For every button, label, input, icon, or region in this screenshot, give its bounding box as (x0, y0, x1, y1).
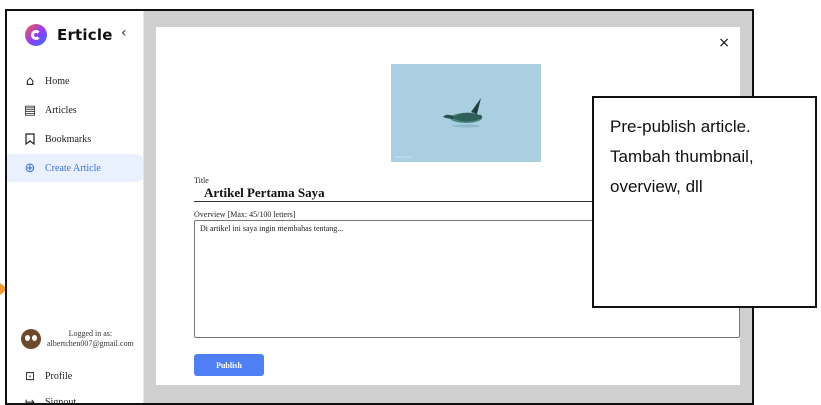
sidebar-item-signout[interactable]: ↦ Signout (23, 389, 77, 405)
sidebar-item-home[interactable]: ⌂ Home (7, 67, 143, 95)
sidebar-item-articles[interactable]: ▤ Articles (7, 96, 143, 124)
overview-label: Overview [Max: 45/100 letters] (194, 210, 296, 219)
annotation-callout: Pre-publish article. Tambah thumbnail, o… (592, 96, 817, 308)
thumbnail-caption: image by xyz (395, 155, 412, 159)
sidebar: Erticle ‹ ⌂ Home ▤ Articles Bookmarks ⊕ … (7, 11, 144, 403)
collapse-sidebar-icon[interactable]: ‹ (121, 25, 127, 41)
sidebar-item-label: Home (45, 75, 70, 87)
erticle-logo-icon (25, 24, 47, 46)
signout-icon: ↦ (24, 395, 36, 405)
profile-icon: ⊡ (24, 369, 36, 383)
brand[interactable]: Erticle (25, 24, 113, 46)
sidebar-item-bookmarks[interactable]: Bookmarks (7, 125, 143, 153)
publish-button[interactable]: Publish (194, 354, 264, 376)
user-email: albertchen007@gmail.com (47, 339, 134, 348)
bookmark-icon (23, 133, 37, 145)
sea-turtle-illustration (443, 98, 483, 128)
overview-text: Di artikel ini saya ingin membahas tenta… (200, 224, 344, 233)
sidebar-item-label: Profile (45, 370, 73, 382)
sidebar-item-create-article[interactable]: ⊕ Create Article (7, 154, 143, 182)
sidebar-item-profile[interactable]: ⊡ Profile (23, 363, 76, 389)
sidebar-nav: ⌂ Home ▤ Articles Bookmarks ⊕ Create Art… (7, 67, 143, 183)
article-icon: ▤ (23, 102, 37, 118)
sidebar-item-label: Bookmarks (45, 133, 92, 145)
title-input[interactable]: Artikel Pertama Saya (204, 185, 325, 201)
app-name: Erticle (57, 26, 113, 44)
home-icon: ⌂ (25, 73, 35, 89)
sidebar-item-label: Signout (45, 396, 77, 405)
user-info: Logged in as: albertchen007@gmail.com (21, 329, 134, 349)
sidebar-item-label: Articles (45, 104, 77, 116)
close-icon[interactable]: × (718, 35, 730, 51)
thumbnail-image[interactable]: image by xyz (391, 64, 541, 162)
plus-circle-icon: ⊕ (24, 160, 36, 176)
sidebar-item-label: Create Article (45, 162, 101, 174)
title-label: Title (194, 176, 209, 185)
logged-in-label: Logged in as: (68, 329, 113, 338)
avatar (21, 329, 41, 349)
sidebar-bottom: ⊡ Profile ↦ Signout (23, 363, 77, 405)
